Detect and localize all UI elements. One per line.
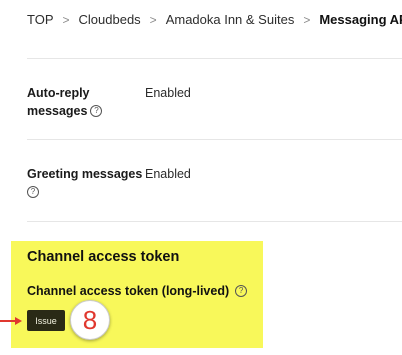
- breadcrumb-separator: >: [149, 12, 157, 27]
- greeting-label-text: Greeting messages: [27, 167, 143, 181]
- greeting-value: Enabled: [145, 167, 191, 181]
- breadcrumb: TOP > Cloudbeds > Amadoka Inn & Suites >…: [27, 12, 402, 27]
- auto-reply-value: Enabled: [145, 86, 191, 100]
- breadcrumb-item-top[interactable]: TOP: [27, 12, 54, 27]
- help-icon[interactable]: ?: [27, 185, 39, 198]
- auto-reply-label-line2: messages: [27, 104, 88, 118]
- breadcrumb-separator: >: [303, 12, 311, 27]
- breadcrumb-separator: >: [62, 12, 70, 27]
- channel-access-token-title: Channel access token: [27, 249, 180, 265]
- help-icon[interactable]: ?: [90, 104, 103, 117]
- auto-reply-label-line1: Auto-reply: [27, 86, 90, 100]
- greeting-label: Greeting messages ?: [27, 165, 145, 201]
- section-divider: [27, 221, 402, 222]
- issue-button[interactable]: Issue: [27, 310, 65, 331]
- long-lived-label-text: Channel access token (long-lived): [27, 284, 230, 298]
- greeting-row: Greeting messages ? Enabled: [27, 165, 397, 201]
- channel-access-token-label: Channel access token (long-lived)?: [27, 284, 248, 298]
- breadcrumb-item-cloudbeds[interactable]: Cloudbeds: [79, 12, 141, 27]
- auto-reply-row: Auto-reply messages? Enabled: [27, 84, 397, 120]
- help-icon[interactable]: ?: [235, 284, 248, 297]
- pointer-arrow-icon: [0, 317, 22, 325]
- section-divider: [27, 139, 402, 140]
- breadcrumb-item-property[interactable]: Amadoka Inn & Suites: [166, 12, 295, 27]
- auto-reply-label: Auto-reply messages?: [27, 84, 145, 120]
- breadcrumb-item-current: Messaging API: [319, 12, 402, 27]
- section-divider: [27, 58, 402, 59]
- step-number-badge: 8: [70, 300, 110, 340]
